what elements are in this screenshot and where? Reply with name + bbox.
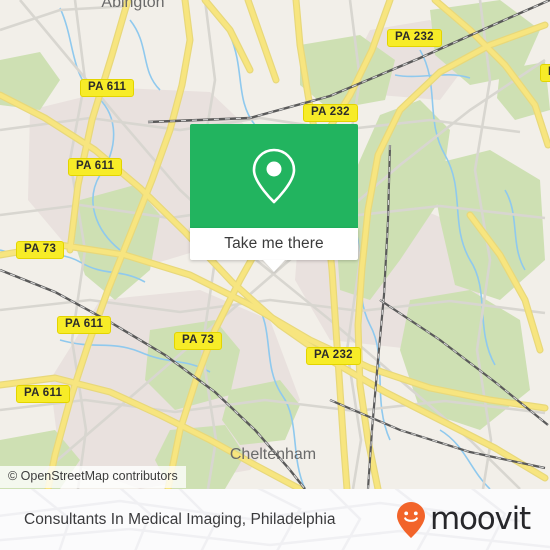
- road-shield[interactable]: PA 611: [68, 158, 123, 176]
- moovit-logo[interactable]: moovit: [396, 501, 531, 539]
- moovit-wordmark: moovit: [429, 501, 531, 537]
- road-shield[interactable]: PA 611: [57, 316, 112, 334]
- popup-action-bar[interactable]: Take me there: [190, 228, 358, 260]
- map-attribution[interactable]: © OpenStreetMap contributors: [0, 466, 186, 488]
- road-shield[interactable]: PA 611: [80, 79, 135, 97]
- map-place-label: Cheltenham: [230, 446, 316, 463]
- road-shield[interactable]: PA 232: [387, 29, 442, 47]
- map-pin-icon: [252, 148, 296, 204]
- road-shield-clipped[interactable]: PA: [540, 64, 550, 82]
- moovit-map-card: Abington Cheltenham PA 232 PA 611 PA 232…: [0, 0, 550, 550]
- take-me-there-label: Take me there: [224, 235, 324, 252]
- road-shield[interactable]: PA 232: [303, 104, 358, 122]
- moovit-smiley-pin-icon: [396, 501, 425, 538]
- road-shield[interactable]: PA 232: [306, 347, 361, 365]
- place-title: Consultants In Medical Imaging, Philadel…: [24, 510, 336, 528]
- footer-bar: Consultants In Medical Imaging, Philadel…: [0, 489, 550, 550]
- location-popup[interactable]: Take me there: [190, 124, 358, 260]
- road-shield[interactable]: PA 73: [174, 332, 223, 350]
- road-shield[interactable]: PA 611: [16, 385, 71, 403]
- popup-icon-area: [190, 124, 358, 228]
- popup-tail: [263, 260, 285, 272]
- road-shield[interactable]: PA 73: [16, 241, 65, 259]
- map-place-label: Abington: [101, 0, 164, 11]
